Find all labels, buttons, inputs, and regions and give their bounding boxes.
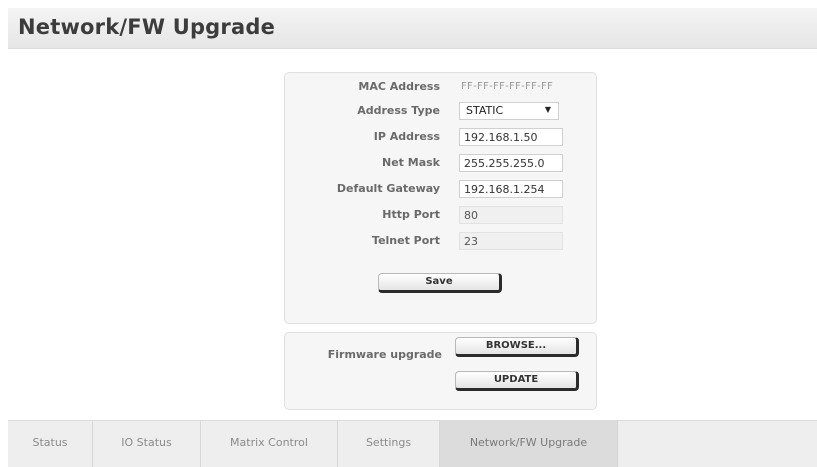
address-type-select[interactable]: STATIC ▼ xyxy=(459,102,559,120)
tab-network-fw-upgrade[interactable]: Network/FW Upgrade xyxy=(440,421,618,467)
telnet-port-input[interactable] xyxy=(459,232,563,250)
http-port-input[interactable] xyxy=(459,206,563,224)
mac-address-row: MAC Address FF-FF-FF-FF-FF-FF xyxy=(285,77,596,99)
network-settings-panel: MAC Address FF-FF-FF-FF-FF-FF Address Ty… xyxy=(284,72,597,324)
tab-status[interactable]: Status xyxy=(8,421,93,467)
telnet-port-label: Telnet Port xyxy=(372,234,440,247)
firmware-upgrade-panel: Firmware upgrade BROWSE... UPDATE xyxy=(284,332,597,410)
address-type-label: Address Type xyxy=(357,104,440,117)
default-gateway-input[interactable] xyxy=(459,180,563,198)
mac-address-label: MAC Address xyxy=(358,80,440,93)
address-type-selected-value: STATIC xyxy=(466,104,504,117)
default-gateway-row: Default Gateway xyxy=(285,179,596,201)
net-mask-label: Net Mask xyxy=(382,156,440,169)
ip-address-input[interactable] xyxy=(459,128,563,146)
ip-address-label: IP Address xyxy=(373,130,440,143)
app-window: Network/FW Upgrade MAC Address FF-FF-FF-… xyxy=(0,0,817,467)
default-gateway-label: Default Gateway xyxy=(336,182,440,195)
firmware-upgrade-label: Firmware upgrade xyxy=(327,348,442,361)
page-title: Network/FW Upgrade xyxy=(18,15,276,39)
address-type-row: Address Type STATIC ▼ xyxy=(285,101,596,123)
net-mask-input[interactable] xyxy=(459,154,563,172)
mac-address-value: FF-FF-FF-FF-FF-FF xyxy=(461,81,554,92)
telnet-port-row: Telnet Port xyxy=(285,231,596,253)
ip-address-row: IP Address xyxy=(285,127,596,149)
http-port-row: Http Port xyxy=(285,205,596,227)
http-port-label: Http Port xyxy=(382,208,440,221)
tab-settings[interactable]: Settings xyxy=(338,421,440,467)
tab-io-status[interactable]: IO Status xyxy=(93,421,201,467)
tab-bar: Status IO Status Matrix Control Settings… xyxy=(8,420,817,467)
save-button[interactable]: Save xyxy=(378,273,502,293)
title-bar: Network/FW Upgrade xyxy=(8,8,817,49)
tab-matrix-control[interactable]: Matrix Control xyxy=(201,421,338,467)
caret-down-icon: ▼ xyxy=(544,105,551,114)
update-button[interactable]: UPDATE xyxy=(455,371,579,391)
net-mask-row: Net Mask xyxy=(285,153,596,175)
browse-button[interactable]: BROWSE... xyxy=(455,337,579,357)
